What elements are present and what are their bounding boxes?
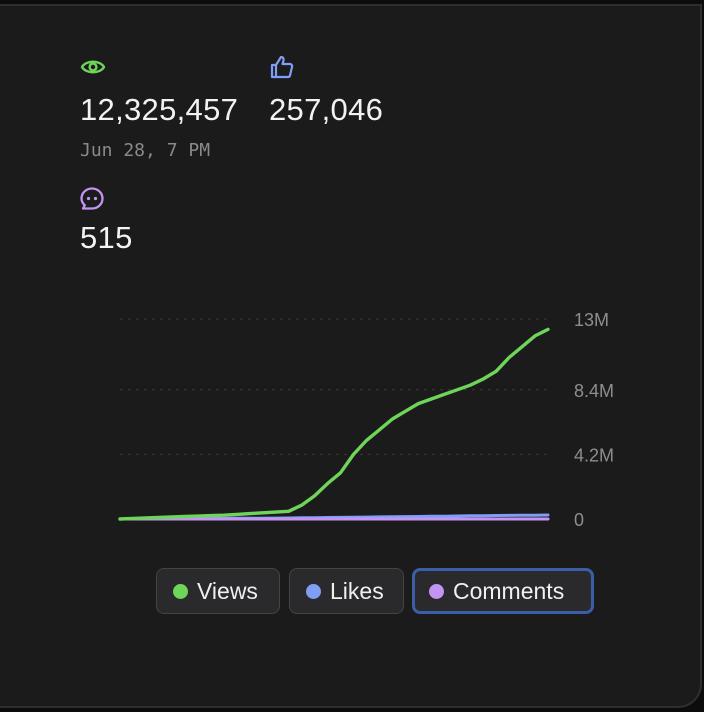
legend-views-button[interactable]: Views xyxy=(156,568,280,614)
legend-views-label: Views xyxy=(197,577,258,604)
legend-likes-label: Likes xyxy=(330,577,384,604)
likes-dot xyxy=(306,583,321,599)
stats-card: 12,325,457 257,046 Jun 28, 7 PM 515 0 4.2… xyxy=(0,4,702,708)
views-dot xyxy=(173,583,188,599)
y-tick-label: 4.2M xyxy=(574,445,614,465)
views-series-line xyxy=(118,327,550,521)
y-tick-label: 0 xyxy=(574,510,584,530)
y-axis-ticks: 0 4.2M 8.4M 13M xyxy=(574,310,614,530)
y-tick-label: 8.4M xyxy=(574,381,614,401)
y-tick-label: 13M xyxy=(574,310,609,330)
grid-lines xyxy=(120,318,550,455)
legend-comments-label: Comments xyxy=(453,577,565,604)
comments-dot xyxy=(429,583,444,599)
legend-likes-button[interactable]: Likes xyxy=(289,568,404,614)
legend-comments-button[interactable]: Comments xyxy=(412,568,594,614)
series-lines xyxy=(118,327,550,521)
line-chart: 0 4.2M 8.4M 13M xyxy=(118,310,614,530)
